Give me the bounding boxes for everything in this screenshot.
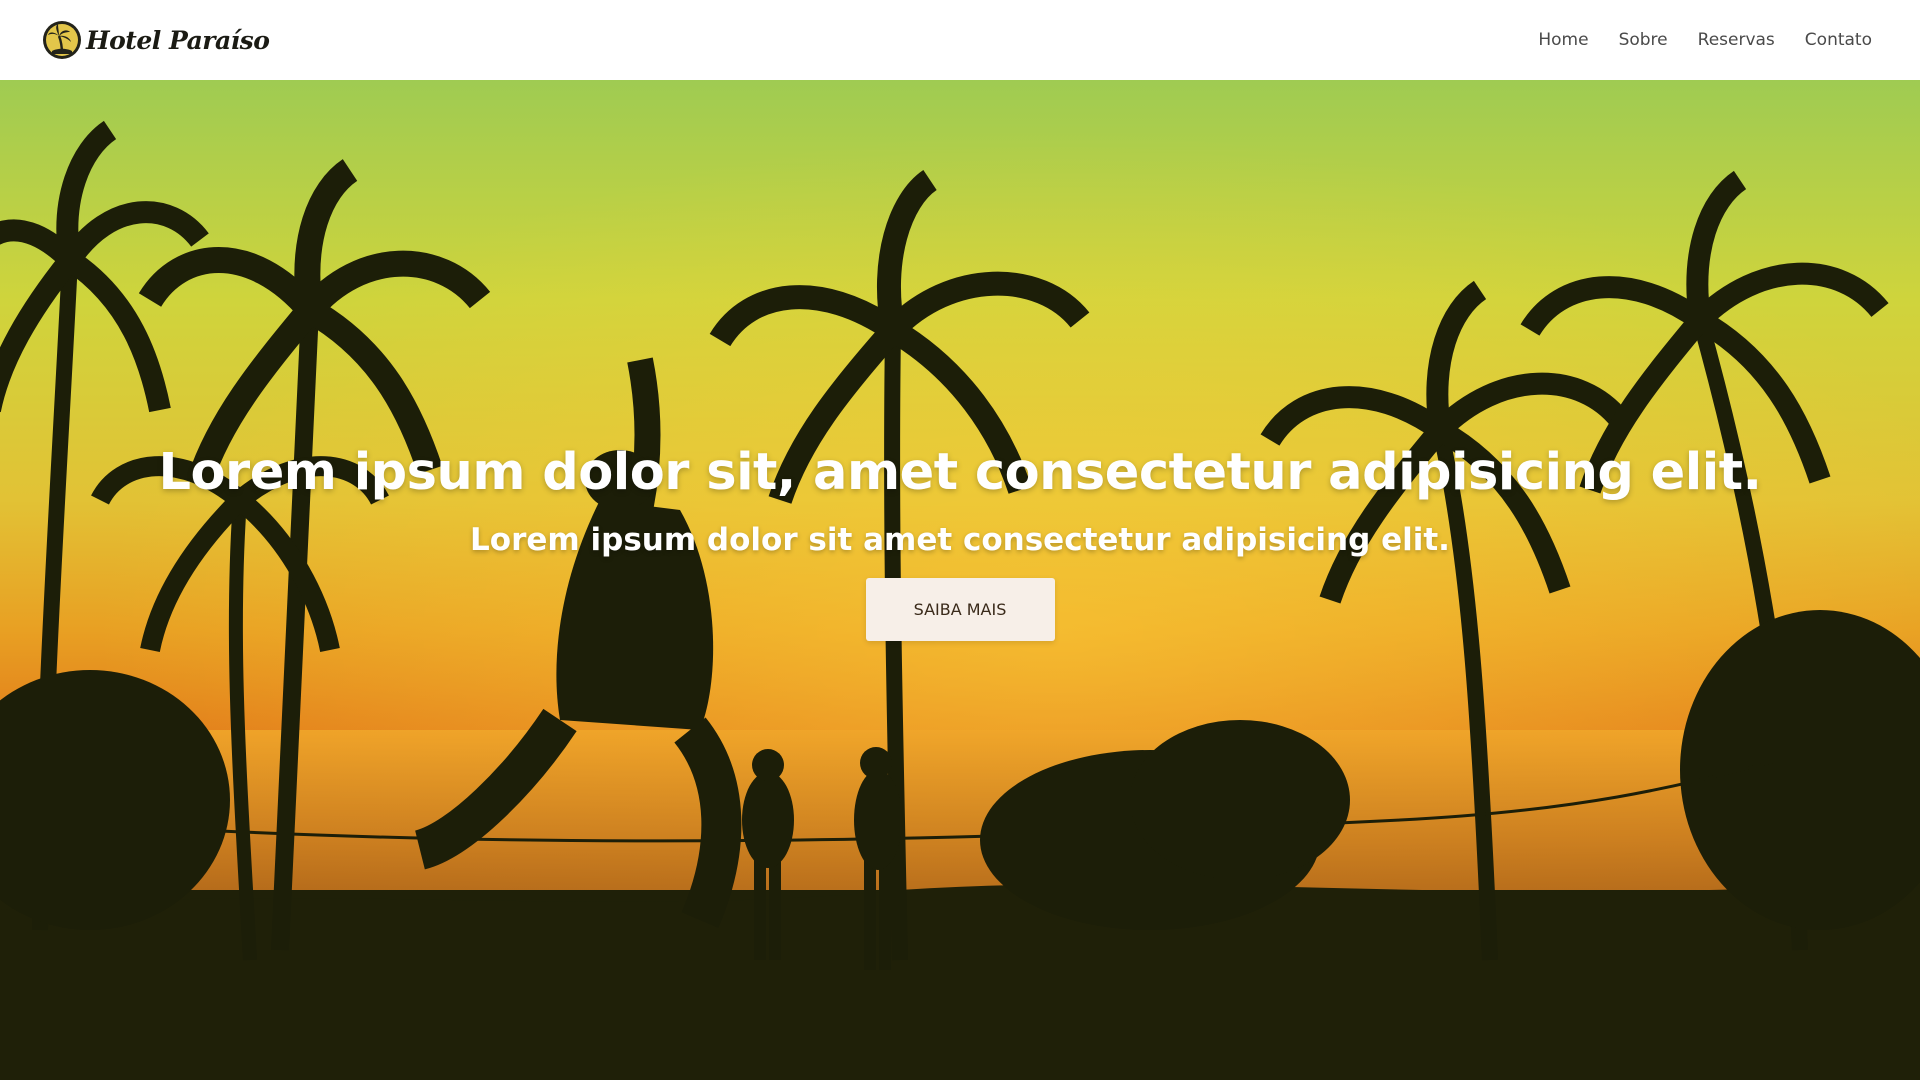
hero-title: Lorem ipsum dolor sit, amet consectetur … [158, 443, 1762, 502]
nav-item-reservas: Reservas [1698, 30, 1775, 50]
hero-subtitle: Lorem ipsum dolor sit amet consectetur a… [470, 522, 1450, 559]
nav-link-reservas[interactable]: Reservas [1698, 30, 1775, 50]
main-nav: Home Sobre Reservas Contato [1538, 30, 1872, 50]
nav-item-sobre: Sobre [1619, 30, 1668, 50]
brand-logo-link[interactable]: Hotel Paraíso [42, 20, 270, 60]
nav-link-sobre[interactable]: Sobre [1619, 30, 1668, 50]
brand-name: Hotel Paraíso [86, 25, 270, 55]
nav-item-home: Home [1538, 30, 1588, 50]
hero-content: Lorem ipsum dolor sit, amet consectetur … [0, 80, 1920, 1080]
nav-item-contato: Contato [1805, 30, 1872, 50]
hero-section: Lorem ipsum dolor sit, amet consectetur … [0, 80, 1920, 1080]
palm-tree-logo-icon [43, 21, 81, 59]
nav-link-home[interactable]: Home [1538, 30, 1588, 50]
saiba-mais-button[interactable]: SAIBA MAIS [865, 578, 1055, 642]
nav-list: Home Sobre Reservas Contato [1538, 30, 1872, 50]
nav-link-contato[interactable]: Contato [1805, 30, 1872, 50]
navbar: Hotel Paraíso Home Sobre Reservas Contat… [0, 0, 1920, 80]
